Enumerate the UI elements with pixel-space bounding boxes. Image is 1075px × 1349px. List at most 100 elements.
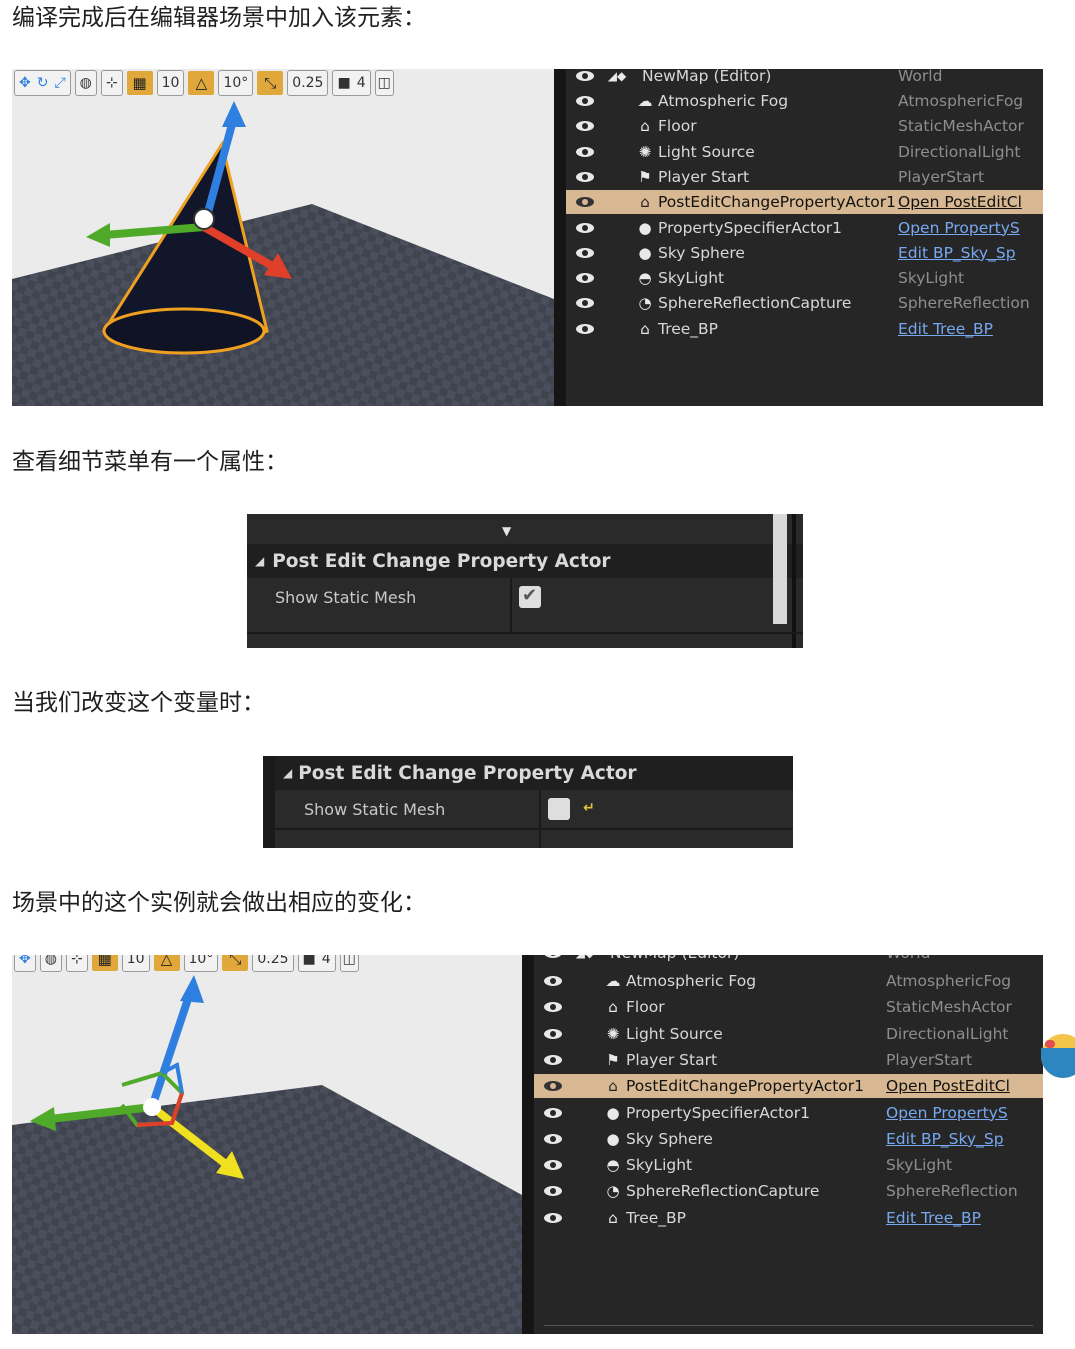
- visibility-eye-icon[interactable]: [544, 1133, 562, 1144]
- outliner-row[interactable]: ◔ SphereReflectionCapture SphereReflection: [566, 291, 1043, 315]
- move-tool-icon[interactable]: ✥: [19, 75, 31, 91]
- level-viewport[interactable]: ✥ ◍ ⊹ ▦ 10 △ 10° ⤡ 0.25 ■ 4 ◫: [12, 955, 522, 1334]
- floating-assistant-widget[interactable]: [1041, 1034, 1075, 1078]
- grid-snap-toggle[interactable]: ▦: [126, 71, 153, 95]
- outliner-item-type[interactable]: Edit Tree_BP: [898, 320, 993, 338]
- surface-snap-toggle[interactable]: ⊹: [65, 955, 88, 972]
- rotate-tool-icon[interactable]: ↻: [37, 75, 49, 91]
- outliner-item-type[interactable]: Open PostEditCl: [886, 1077, 1010, 1095]
- visibility-eye-icon[interactable]: [576, 298, 594, 309]
- rotation-snap-value[interactable]: 10°: [183, 955, 219, 972]
- outliner-row[interactable]: ◓ SkyLight SkyLight: [566, 266, 1043, 290]
- visibility-eye-icon[interactable]: [576, 323, 594, 334]
- outliner-row[interactable]: ✺ Light Source DirectionalLight: [534, 1022, 1043, 1046]
- outliner-item-label: Light Source: [658, 142, 755, 161]
- scale-snap-toggle[interactable]: ⤡: [257, 71, 284, 95]
- outliner-row[interactable]: ⌂ Floor StaticMeshActor: [566, 114, 1043, 138]
- maximize-viewport-button[interactable]: ◫: [374, 70, 394, 96]
- scale-snap-toggle[interactable]: ⤡: [222, 955, 249, 971]
- scale-snap-value[interactable]: 0.25: [287, 70, 329, 96]
- outliner-item-type[interactable]: Edit Tree_BP: [886, 1209, 981, 1227]
- level-viewport[interactable]: ✥ ↻ ⤢ ◍ ⊹ ▦ 10 △ 10° ⤡ 0.25 ■ 4 ◫: [12, 69, 554, 406]
- reset-to-default-icon[interactable]: ↵: [583, 800, 595, 816]
- sphere-icon: ●: [638, 218, 652, 237]
- move-tool-icon[interactable]: ✥: [19, 955, 31, 967]
- outliner-item-type: DirectionalLight: [898, 142, 1021, 161]
- outliner-root-row[interactable]: ◢◆ NewMap (Editor) World: [534, 955, 1043, 965]
- visibility-eye-icon[interactable]: [576, 197, 594, 208]
- visibility-eye-icon[interactable]: [544, 1107, 562, 1118]
- visibility-eye-icon[interactable]: [576, 96, 594, 106]
- scale-snap-value[interactable]: 0.25: [252, 955, 294, 972]
- visibility-eye-icon[interactable]: [544, 1002, 562, 1013]
- camera-speed[interactable]: ■ 4: [332, 70, 371, 96]
- show-static-mesh-checkbox[interactable]: [519, 585, 541, 608]
- outliner-item-type: DirectionalLight: [886, 1024, 1009, 1043]
- camera-speed[interactable]: ■ 4: [297, 955, 336, 972]
- surface-snap-toggle[interactable]: ⊹: [100, 70, 123, 96]
- outliner-item-type[interactable]: Edit BP_Sky_Sp: [898, 244, 1016, 262]
- outliner-row[interactable]: ◓ SkyLight SkyLight: [534, 1153, 1043, 1177]
- outliner-row[interactable]: ● PropertySpecifierActor1 Open PropertyS: [566, 216, 1043, 240]
- outliner-item-type[interactable]: Open PropertyS: [886, 1104, 1008, 1122]
- outliner-item-type: AtmosphericFog: [886, 972, 1012, 990]
- world-local-toggle[interactable]: ◍: [39, 955, 62, 972]
- scale-tool-icon[interactable]: ⤢: [54, 75, 65, 91]
- surface-snap-icon: ⊹: [70, 955, 83, 967]
- outliner-row[interactable]: ✺ Light Source DirectionalLight: [566, 140, 1043, 164]
- outliner-row[interactable]: ☁ Atmospheric Fog AtmosphericFog: [534, 969, 1043, 993]
- transform-tools[interactable]: ✥: [14, 955, 36, 972]
- visibility-eye-icon[interactable]: [544, 1054, 562, 1065]
- outliner-item-type[interactable]: Open PropertyS: [898, 219, 1020, 237]
- visibility-eye-icon[interactable]: [576, 247, 594, 258]
- outliner-root-row[interactable]: ◢◆ NewMap (Editor) World: [566, 69, 1043, 88]
- static-mesh-icon: ⌂: [640, 117, 650, 136]
- world-local-toggle[interactable]: ◍: [74, 70, 97, 96]
- visibility-eye-icon[interactable]: [544, 1081, 562, 1092]
- angle-icon: △: [160, 955, 173, 968]
- outliner-row-selected[interactable]: ⌂ PostEditChangePropertyActor1 Open PostEd…: [566, 190, 1043, 215]
- visibility-eye-icon[interactable]: [544, 976, 562, 986]
- outliner-row[interactable]: ⌂ Floor StaticMeshActor: [534, 995, 1043, 1019]
- rotation-snap-toggle[interactable]: △: [188, 71, 215, 95]
- grid-snap-value[interactable]: 10: [156, 70, 185, 96]
- world-outliner: ◢◆ NewMap (Editor) World ☁ Atmospheric Fo…: [554, 69, 1043, 406]
- outliner-item-type[interactable]: Edit BP_Sky_Sp: [886, 1130, 1004, 1148]
- rotation-snap-value[interactable]: 10°: [218, 70, 254, 96]
- outliner-item-type: SkyLight: [898, 269, 965, 288]
- grid-snap-value[interactable]: 10: [121, 955, 150, 972]
- visibility-eye-icon[interactable]: [544, 955, 562, 958]
- outliner-row[interactable]: ● Sky Sphere Edit BP_Sky_Sp: [566, 241, 1043, 265]
- outliner-row[interactable]: ◔ SphereReflectionCapture SphereReflection: [534, 1179, 1043, 1203]
- grid-snap-toggle[interactable]: ▦: [91, 955, 118, 971]
- rotation-snap-toggle[interactable]: △: [153, 955, 180, 971]
- transform-tools[interactable]: ✥ ↻ ⤢: [14, 70, 71, 96]
- outliner-row-selected[interactable]: ⌂ PostEditChangePropertyActor1 Open PostEd…: [534, 1074, 1043, 1099]
- show-static-mesh-checkbox[interactable]: [548, 798, 570, 820]
- maximize-viewport-button[interactable]: ◫: [339, 955, 359, 972]
- world-icon: ◢◆: [576, 955, 594, 962]
- outliner-row[interactable]: ⌂ Tree_BP Edit Tree_BP: [534, 1206, 1043, 1230]
- outliner-row[interactable]: ⚑ Player Start PlayerStart: [534, 1048, 1043, 1072]
- visibility-eye-icon[interactable]: [576, 71, 594, 81]
- outliner-row[interactable]: ● Sky Sphere Edit BP_Sky_Sp: [534, 1127, 1043, 1151]
- visibility-eye-icon[interactable]: [544, 1212, 562, 1223]
- details-category-header[interactable]: ◢ Post Edit Change Property Actor: [275, 756, 793, 790]
- scale-snap-label: 0.25: [292, 75, 324, 91]
- details-scrollbar[interactable]: [773, 514, 787, 624]
- details-category-header[interactable]: ◢ Post Edit Change Property Actor: [247, 544, 803, 578]
- visibility-eye-icon[interactable]: [544, 1186, 562, 1197]
- visibility-eye-icon[interactable]: [576, 222, 594, 233]
- visibility-eye-icon[interactable]: [576, 121, 594, 132]
- outliner-row[interactable]: ⌂ Tree_BP Edit Tree_BP: [566, 317, 1043, 341]
- visibility-eye-icon[interactable]: [544, 1028, 562, 1039]
- visibility-eye-icon[interactable]: [544, 1160, 562, 1171]
- outliner-row[interactable]: ⚑ Player Start PlayerStart: [566, 165, 1043, 189]
- collapse-arrow-icon[interactable]: ▼: [502, 524, 511, 538]
- visibility-eye-icon[interactable]: [576, 273, 594, 284]
- outliner-row[interactable]: ☁ Atmospheric Fog AtmosphericFog: [566, 89, 1043, 113]
- outliner-row[interactable]: ● PropertySpecifierActor1 Open PropertyS: [534, 1101, 1043, 1125]
- outliner-item-type[interactable]: Open PostEditCl: [898, 193, 1022, 211]
- visibility-eye-icon[interactable]: [576, 146, 594, 157]
- visibility-eye-icon[interactable]: [576, 171, 594, 182]
